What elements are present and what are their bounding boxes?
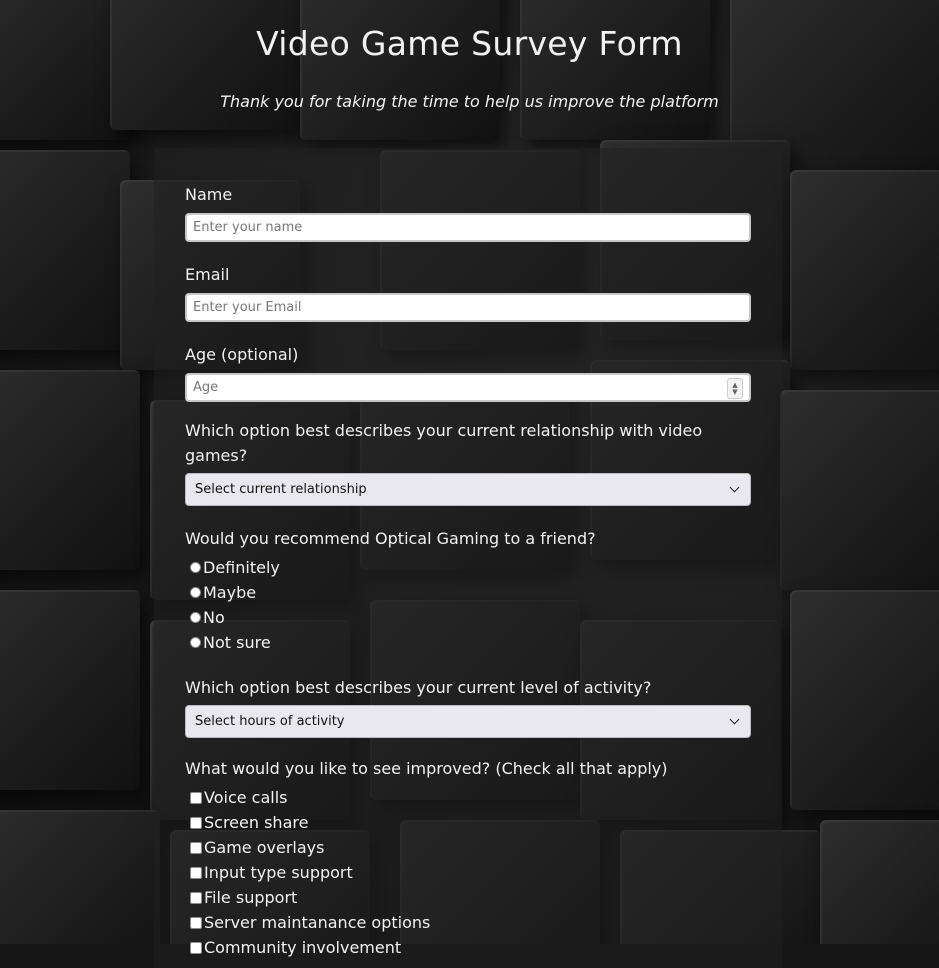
radio-label: Definitely — [203, 558, 280, 577]
checkbox-option-file-support[interactable]: File support — [185, 885, 751, 910]
survey-form: Name Enter your name Email Enter your Em… — [154, 148, 782, 968]
checkbox[interactable] — [190, 816, 202, 829]
relationship-label: Which option best describes your current… — [185, 421, 703, 465]
activity-select[interactable]: Select hours of activity — [185, 705, 751, 738]
recommend-label: Would you recommend Optical Gaming to a … — [185, 529, 596, 548]
email-input[interactable]: Enter your Email — [185, 293, 751, 322]
checkbox-label: Community involvement — [204, 938, 402, 957]
radio-label: No — [203, 608, 225, 627]
chevron-down-icon — [729, 714, 740, 725]
checkbox[interactable] — [190, 941, 202, 954]
radio-option-not-sure[interactable]: Not sure — [185, 630, 751, 655]
checkbox-label: Voice calls — [204, 788, 288, 807]
email-placeholder: Enter your Email — [193, 300, 302, 315]
checkbox-option-community-involvement[interactable]: Community involvement — [185, 935, 751, 960]
relationship-selected: Select current relationship — [195, 482, 367, 497]
name-group: Name Enter your name — [185, 182, 751, 242]
checkbox-label: Server maintanance options — [204, 913, 431, 932]
checkbox-label: Screen share — [204, 813, 309, 832]
radio-option-no[interactable]: No — [185, 605, 751, 630]
name-input[interactable]: Enter your name — [185, 213, 751, 242]
name-placeholder: Enter your name — [193, 220, 303, 235]
improvements-group: What would you like to see improved? (Ch… — [185, 756, 751, 960]
radio-button[interactable] — [190, 637, 201, 648]
page-title: Video Game Survey Form — [256, 24, 683, 63]
checkbox-option-server-maintanance[interactable]: Server maintanance options — [185, 910, 751, 935]
radio-button[interactable] — [190, 562, 201, 573]
number-spinner[interactable]: ▲ ▼ — [727, 378, 743, 399]
chevron-down-icon — [729, 482, 740, 493]
activity-group: Which option best describes your current… — [185, 675, 751, 738]
checkbox-option-voice-calls[interactable]: Voice calls — [185, 785, 751, 810]
relationship-group: Which option best describes your current… — [185, 418, 751, 506]
radio-option-definitely[interactable]: Definitely — [185, 555, 751, 580]
spinner-down-icon[interactable]: ▼ — [732, 388, 737, 396]
name-label: Name — [185, 185, 233, 204]
checkbox-option-game-overlays[interactable]: Game overlays — [185, 835, 751, 860]
radio-option-maybe[interactable]: Maybe — [185, 580, 751, 605]
checkbox[interactable] — [190, 866, 202, 879]
radio-label: Maybe — [203, 583, 257, 602]
checkbox-option-screen-share[interactable]: Screen share — [185, 810, 751, 835]
radio-label: Not sure — [203, 633, 271, 652]
checkbox-label: File support — [204, 888, 298, 907]
page-description: Thank you for taking the time to help us… — [220, 92, 719, 111]
activity-selected: Select hours of activity — [195, 714, 345, 729]
checkbox-option-input-type-support[interactable]: Input type support — [185, 860, 751, 885]
age-label: Age (optional) — [185, 345, 299, 364]
age-input[interactable]: Age ▲ ▼ — [185, 373, 751, 402]
recommend-group: Would you recommend Optical Gaming to a … — [185, 526, 751, 655]
age-group: Age (optional) Age ▲ ▼ — [185, 342, 751, 402]
checkbox[interactable] — [190, 841, 202, 854]
email-group: Email Enter your Email — [185, 262, 751, 322]
checkbox-label: Game overlays — [204, 838, 325, 857]
checkbox-label: Input type support — [204, 863, 353, 882]
checkbox[interactable] — [190, 891, 202, 904]
email-label: Email — [185, 265, 230, 284]
improvements-label: What would you like to see improved? (Ch… — [185, 759, 668, 778]
age-placeholder: Age — [193, 380, 219, 395]
activity-label: Which option best describes your current… — [185, 678, 652, 697]
radio-button[interactable] — [190, 587, 201, 598]
checkbox[interactable] — [190, 791, 202, 804]
checkbox[interactable] — [190, 916, 202, 929]
relationship-select[interactable]: Select current relationship — [185, 473, 751, 506]
radio-button[interactable] — [190, 612, 201, 623]
